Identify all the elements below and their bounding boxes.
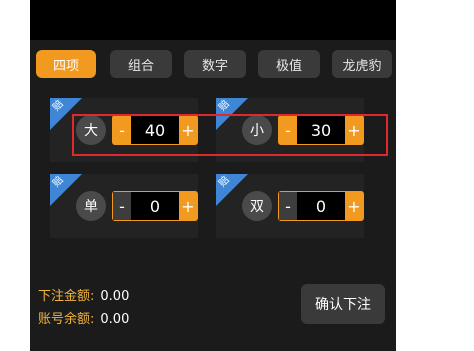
confirm-bet-button[interactable]: 确认下注 [301, 284, 385, 324]
balance-label: 账号余额: [38, 312, 95, 327]
balance-row: 账号余额: 0.00 [38, 308, 129, 327]
bet-cell-odd: 赔 单 - 0 + [50, 174, 198, 238]
amount-input[interactable]: 0 [131, 192, 179, 220]
amount-stepper-small: - 30 + [278, 115, 364, 145]
bet-label-even: 双 [242, 191, 272, 221]
increment-button[interactable]: + [179, 192, 197, 220]
top-bar [30, 0, 396, 40]
decrement-button[interactable]: - [279, 116, 297, 144]
amount-input[interactable]: 40 [131, 116, 179, 144]
bet-cell-big: 赔 大 - 40 + [50, 98, 198, 162]
balance-value: 0.00 [100, 312, 130, 327]
decrement-button[interactable]: - [279, 192, 297, 220]
bet-label-odd: 单 [76, 191, 106, 221]
amount-stepper-big: - 40 + [112, 115, 198, 145]
bet-amount-row: 下注金额: 0.00 [38, 285, 129, 304]
decrement-button[interactable]: - [113, 116, 131, 144]
tab-combination[interactable]: 组合 [110, 50, 172, 78]
tab-digits[interactable]: 数字 [184, 50, 246, 78]
bet-amount-label: 下注金额: [38, 289, 95, 304]
bet-label-big: 大 [76, 115, 106, 145]
decrement-button[interactable]: - [113, 192, 131, 220]
app-screen: 四项 组合 数字 极值 龙虎豹 赔 大 - 40 + 赔 小 - 30 + 赔 … [30, 0, 396, 351]
increment-button[interactable]: + [345, 192, 363, 220]
bet-amount-value: 0.00 [100, 289, 130, 304]
tab-extremes[interactable]: 极值 [258, 50, 320, 78]
tab-bar: 四项 组合 数字 极值 龙虎豹 [36, 50, 396, 80]
bet-label-small: 小 [242, 115, 272, 145]
tab-dragon-tiger-leopard[interactable]: 龙虎豹 [332, 50, 392, 78]
increment-button[interactable]: + [345, 116, 363, 144]
bet-cell-even: 赔 双 - 0 + [216, 174, 364, 238]
tab-four-items[interactable]: 四项 [36, 50, 96, 78]
amount-input[interactable]: 30 [297, 116, 345, 144]
amount-stepper-odd: - 0 + [112, 191, 198, 221]
bet-cell-small: 赔 小 - 30 + [216, 98, 364, 162]
amount-stepper-even: - 0 + [278, 191, 364, 221]
increment-button[interactable]: + [179, 116, 197, 144]
amount-input[interactable]: 0 [297, 192, 345, 220]
